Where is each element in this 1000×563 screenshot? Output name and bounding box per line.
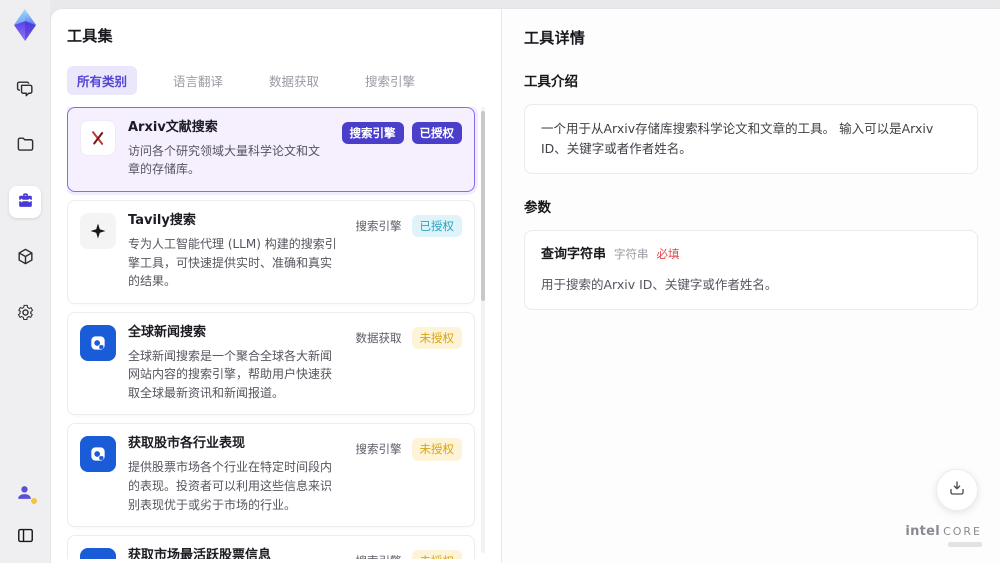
tool-card[interactable]: 获取股市各行业表现 提供股票市场各个行业在特定时间段内的表现。投资者可以利用这些… bbox=[67, 423, 475, 528]
tool-icon bbox=[80, 213, 116, 250]
sidebar-item-account[interactable] bbox=[9, 477, 41, 509]
tool-card[interactable]: Arxiv文献搜索 访问各个研究领域大量科学论文和文章的存储库。 搜索引擎 已授… bbox=[67, 107, 475, 193]
tool-list: Arxiv文献搜索 访问各个研究领域大量科学论文和文章的存储库。 搜索引擎 已授… bbox=[67, 107, 485, 559]
category-tab[interactable]: 语言翻译 bbox=[163, 66, 233, 95]
cube-icon bbox=[16, 247, 35, 270]
main-surface: 工具集 所有类别 语言翻译 数据获取 搜索引擎 Arxiv文献搜索 访问各个研究领域大… bbox=[50, 8, 1000, 563]
intro-heading: 工具介绍 bbox=[524, 74, 578, 90]
tool-card[interactable]: 获取市场最活跃股票信息 提供当天交易量最高的股票列表，投资者可以利用这些信息来识… bbox=[67, 535, 475, 559]
tool-name: Arxiv文献搜索 bbox=[128, 120, 218, 135]
tool-description: 访问各个研究领域大量科学论文和文章的存储库。 bbox=[128, 143, 321, 177]
category-tab[interactable]: 数据获取 bbox=[259, 66, 329, 95]
tool-detail-panel: 工具详情 工具介绍 一个用于从Arxiv存储库搜索科学论文和文章的工具。 输入可… bbox=[502, 9, 1000, 563]
layout-panel-icon bbox=[16, 526, 35, 549]
sidebar-item-tools[interactable] bbox=[9, 186, 41, 218]
category-badge: 搜索引擎 bbox=[355, 442, 402, 457]
category-badge: 搜索引擎 bbox=[341, 122, 404, 145]
tool-name: 全球新闻搜索 bbox=[128, 324, 207, 340]
sidebar-item-chat[interactable] bbox=[9, 74, 41, 106]
tool-list-panel: 工具集 所有类别 语言翻译 数据获取 搜索引擎 Arxiv文献搜索 访问各个研究领域大… bbox=[51, 9, 501, 563]
toolbox-icon bbox=[16, 191, 35, 214]
params-heading: 参数 bbox=[524, 200, 551, 216]
detail-title: 工具详情 bbox=[524, 29, 586, 47]
tool-description: 专为人工智能代理 (LLM) 构建的搜索引擎工具，可快速提供实时、准确和真实的结… bbox=[128, 236, 337, 289]
param-description: 用于搜索的Arxiv ID、关键字或作者姓名。 bbox=[541, 276, 778, 292]
page-title: 工具集 bbox=[67, 27, 113, 45]
tool-description: 全球新闻搜索是一个聚合全球各大新闻网站内容的搜索引擎，帮助用户快速获取全球最新资… bbox=[128, 348, 333, 400]
app-sidebar bbox=[0, 0, 50, 563]
auth-status-badge: 已授权 bbox=[411, 122, 462, 145]
tool-icon bbox=[80, 548, 116, 559]
auth-status-badge: 未授权 bbox=[411, 326, 462, 349]
category-tab[interactable]: 搜索引擎 bbox=[355, 66, 425, 95]
intel-logo-subline bbox=[948, 542, 982, 547]
chat-icon bbox=[16, 79, 35, 102]
tool-name: 获取股市各行业表现 bbox=[128, 436, 246, 452]
intel-brand-text: intel bbox=[905, 524, 941, 539]
category-badge: 搜索引擎 bbox=[354, 550, 404, 559]
tool-icon bbox=[80, 324, 116, 361]
tool-card[interactable]: 全球新闻搜索 全球新闻搜索是一个聚合全球各大新闻网站内容的搜索引擎，帮助用户快速… bbox=[67, 311, 475, 416]
folder-icon bbox=[16, 135, 35, 158]
scrollbar[interactable] bbox=[481, 107, 485, 553]
intro-text: 一个用于从Arxiv存储库搜索科学论文和文章的工具。 输入可以是Arxiv ID… bbox=[541, 121, 934, 156]
gear-icon bbox=[16, 303, 35, 326]
app-logo-icon bbox=[10, 8, 40, 42]
category-tabs: 所有类别 语言翻译 数据获取 搜索引擎 bbox=[67, 66, 485, 95]
sidebar-item-files[interactable] bbox=[9, 130, 41, 162]
tool-icon bbox=[80, 436, 116, 473]
intel-core-logo: intel core bbox=[905, 524, 982, 547]
param-box: 查询字符串 字符串 必填 用于搜索的Arxiv ID、关键字或作者姓名。 bbox=[524, 230, 978, 310]
auth-status-badge: 未授权 bbox=[411, 438, 462, 461]
intro-box: 一个用于从Arxiv存储库搜索科学论文和文章的工具。 输入可以是Arxiv ID… bbox=[524, 104, 978, 174]
param-type: 字符串 bbox=[614, 247, 649, 261]
auth-status-badge: 未授权 bbox=[411, 550, 462, 559]
tool-icon bbox=[80, 120, 116, 156]
param-name: 查询字符串 bbox=[541, 247, 607, 262]
tool-description: 提供股票市场各个行业在特定时间段内的表现。投资者可以利用这些信息来识别表现优于或… bbox=[128, 460, 333, 512]
category-tab[interactable]: 所有类别 bbox=[67, 66, 138, 95]
download-button[interactable] bbox=[936, 469, 978, 511]
tool-name: 获取市场最活跃股票信息 bbox=[128, 548, 272, 559]
sidebar-item-settings[interactable] bbox=[9, 298, 41, 330]
param-required-flag: 必填 bbox=[656, 247, 680, 261]
auth-status-badge: 已授权 bbox=[411, 215, 462, 238]
sidebar-item-models[interactable] bbox=[9, 242, 41, 274]
sidebar-nav bbox=[9, 74, 41, 477]
tool-card[interactable]: Tavily搜索 专为人工智能代理 (LLM) 构建的搜索引擎工具，可快速提供实… bbox=[67, 200, 475, 304]
user-status-dot bbox=[31, 498, 37, 504]
sidebar-item-collapse[interactable] bbox=[9, 521, 41, 553]
scrollbar-thumb[interactable] bbox=[481, 111, 485, 301]
category-badge: 数据获取 bbox=[355, 330, 402, 345]
category-badge: 搜索引擎 bbox=[355, 219, 402, 234]
tool-name: Tavily搜索 bbox=[128, 213, 196, 229]
download-icon bbox=[948, 479, 966, 501]
user-icon bbox=[15, 483, 37, 504]
core-brand-text: core bbox=[943, 525, 982, 538]
